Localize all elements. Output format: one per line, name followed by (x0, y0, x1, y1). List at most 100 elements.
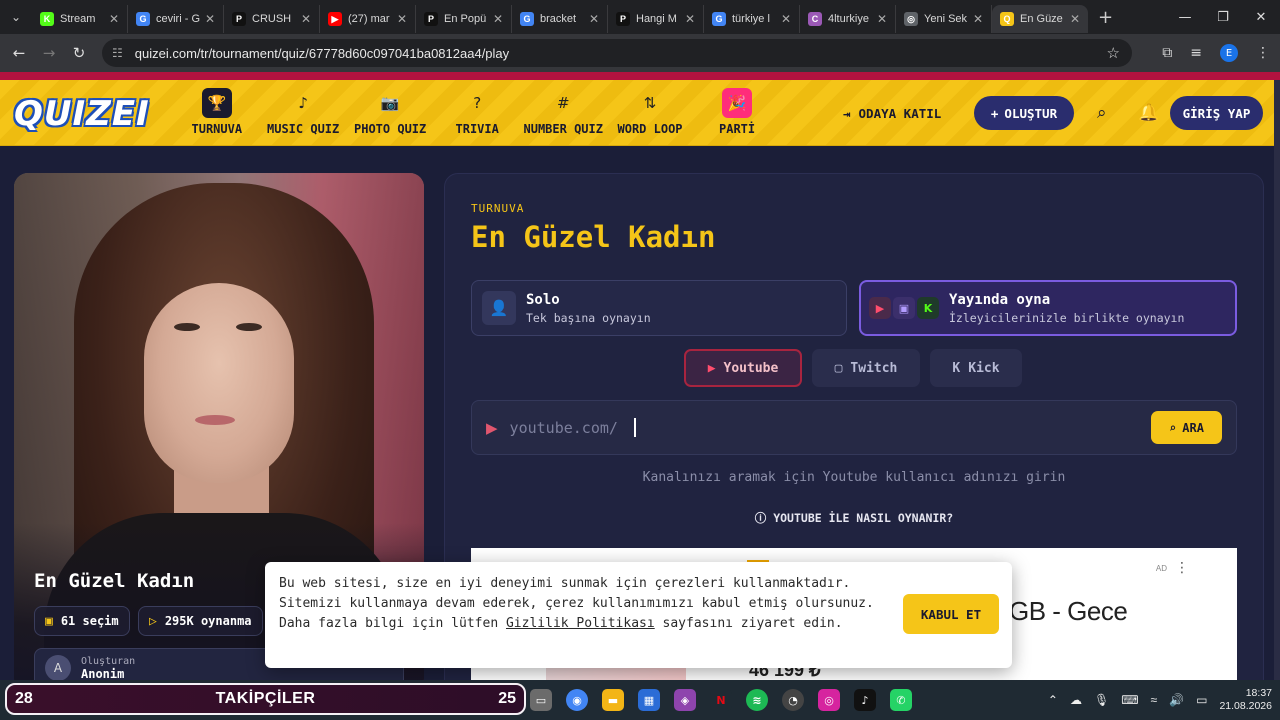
bookmark-star-icon[interactable]: ☆ (1107, 44, 1120, 62)
clock[interactable]: 18:37 21.08.2026 (1219, 687, 1272, 713)
browser-tab[interactable]: ▶ (27) mar ✕ (320, 5, 416, 33)
extensions-icon[interactable]: ⧉ (1162, 45, 1172, 61)
browser-tab[interactable]: Gtürkiye l ✕ (704, 5, 800, 33)
browser-tab[interactable]: P Hangi M ✕ (608, 5, 704, 33)
youtube-icon: ▶ (707, 360, 716, 376)
ad-more-icon[interactable]: ⋮ (1175, 560, 1189, 576)
address-bar-row: ← → ↻ ☷ quizei.com/tr/tournament/quiz/67… (0, 34, 1280, 72)
channel-search-input[interactable] (509, 418, 1110, 437)
youtube-icon: ▶ (869, 297, 891, 319)
nav-item-photo-quiz[interactable]: 📷 PHOTO QUIZ (354, 88, 426, 136)
platform-twitch-button[interactable]: ▢ Twitch (812, 349, 920, 387)
accept-cookies-button[interactable]: KABUL ET (903, 594, 999, 634)
platform-kick-button[interactable]: K Kick (930, 349, 1022, 387)
media-icon[interactable]: ≡ (1190, 45, 1202, 61)
browser-tab[interactable]: C 4lturkiye ✕ (800, 5, 896, 33)
tab-close-icon[interactable]: ✕ (397, 12, 407, 26)
tab-close-icon[interactable]: ✕ (781, 12, 791, 26)
create-button[interactable]: + OLUŞTUR (974, 96, 1074, 130)
browser-tab[interactable]: ◎ Yeni Sek ✕ (896, 5, 992, 33)
tab-close-icon[interactable]: ✕ (877, 12, 887, 26)
close-window-icon[interactable]: ✕ (1242, 10, 1280, 25)
solo-mode-card[interactable]: 👤 Solo Tek başına oynayın (471, 280, 847, 336)
tab-close-icon[interactable]: ✕ (1070, 12, 1080, 26)
tab-favicon-icon: P (424, 12, 438, 26)
browser-tab[interactable]: K Stream ✕ (32, 5, 128, 33)
reload-icon[interactable]: ↻ (64, 44, 94, 62)
nav-item-music-quiz[interactable]: ♪ MUSIC QUIZ (267, 88, 339, 136)
howto-link[interactable]: ⓘ YOUTUBE İLE NASIL OYNANIR? (471, 510, 1237, 526)
volume-icon[interactable]: 🔊 (1169, 693, 1184, 707)
search-icon[interactable]: ⌕ (1097, 103, 1107, 123)
chrome-icon[interactable]: ◉ (566, 689, 588, 711)
tab-favicon-icon: P (616, 12, 630, 26)
keyboard-icon[interactable]: ⌨ (1121, 693, 1138, 707)
platform-youtube-button[interactable]: ▶ Youtube (684, 349, 802, 387)
tab-close-icon[interactable]: ✕ (493, 12, 503, 26)
tab-title: 4lturkiye (828, 13, 869, 25)
browser-menu-icon[interactable]: ⋮ (1256, 45, 1270, 61)
browser-tab[interactable]: P En Popü ✕ (416, 5, 512, 33)
microphone-icon[interactable]: 🎙 (1094, 693, 1109, 707)
browser-tab[interactable]: P CRUSH ✕ (224, 5, 320, 33)
nav-item-word-loop[interactable]: ⇅ WORD LOOP (618, 88, 683, 136)
instagram-icon[interactable]: ◎ (818, 689, 840, 711)
store-icon[interactable]: ▦ (638, 689, 660, 711)
spotify-icon[interactable]: ≋ (746, 689, 768, 711)
live-platform-icons: ▶ ▣ K (869, 297, 939, 319)
nav-item-parti̇[interactable]: 🎉 PARTİ (719, 88, 755, 136)
gallery-icon: ▣ (45, 613, 53, 629)
nav-item-number-quiz[interactable]: # NUMBER QUIZ (524, 88, 603, 136)
url-field[interactable]: ☷ quizei.com/tr/tournament/quiz/67778d60… (102, 39, 1132, 67)
search-button[interactable]: ⌕ ARA (1151, 411, 1222, 444)
plays-count: 295K oynanma (164, 614, 252, 628)
tab-close-icon[interactable]: ✕ (109, 12, 119, 26)
tab-close-icon[interactable]: ✕ (685, 12, 695, 26)
browser-tab[interactable]: Gceviri - G ✕ (128, 5, 224, 33)
live-title: Yayında oyna (949, 291, 1051, 308)
follower-left-count: 28 (15, 690, 33, 707)
maximize-icon[interactable]: ❐ (1204, 10, 1242, 25)
live-mode-card[interactable]: ▶ ▣ K Yayında oyna İzleyicilerinizle bir… (859, 280, 1237, 336)
tab-search-icon[interactable]: ⌄ (0, 0, 32, 34)
taskbar-apps: ▭ ◉ ▬ ▦ ◈ N ≋ ◔ ◎ ♪ ✆ (530, 680, 912, 720)
back-icon[interactable]: ← (4, 44, 34, 62)
join-room-button[interactable]: ⇥ ODAYA KATIL (843, 97, 941, 129)
file-explorer-icon[interactable]: ▬ (602, 689, 624, 711)
battery-icon[interactable]: ▭ (1196, 693, 1207, 707)
new-tab-button[interactable]: + (1098, 7, 1113, 28)
photos-icon[interactable]: ◈ (674, 689, 696, 711)
site-info-icon[interactable]: ☷ (112, 46, 123, 60)
minimize-icon[interactable]: — (1166, 10, 1204, 25)
cookie-banner: Bu web sitesi, size en iyi deneyimi sunm… (265, 562, 1012, 668)
bell-icon[interactable]: 🔔 (1138, 103, 1159, 123)
tab-title: En Güze (1020, 13, 1063, 25)
tab-close-icon[interactable]: ✕ (973, 12, 983, 26)
tab-close-icon[interactable]: ✕ (205, 12, 215, 26)
tab-strip: K Stream ✕ Gceviri - G ✕ P CRUSH ✕ ▶ (27) mar ✕ P En… (32, 1, 1088, 33)
browser-tab[interactable]: Gbracket ✕ (512, 5, 608, 33)
tab-close-icon[interactable]: ✕ (301, 12, 311, 26)
task-view-icon[interactable]: ▭ (530, 689, 552, 711)
trophy-icon: 🏆 (201, 88, 232, 118)
wifi-icon[interactable]: ≈ (1151, 693, 1158, 707)
obs-icon[interactable]: ◔ (782, 689, 804, 711)
tab-close-icon[interactable]: ✕ (589, 12, 599, 26)
cover-photo-eye-left (174, 323, 200, 331)
tiktok-icon[interactable]: ♪ (854, 689, 876, 711)
twitch-icon: ▣ (893, 297, 915, 319)
nav-item-turnuva[interactable]: 🏆 TURNUVA (192, 88, 242, 136)
nav-item-trivia[interactable]: ? TRIVIA (456, 88, 499, 136)
tray-chevron-icon[interactable]: ⌃ (1048, 693, 1058, 707)
whatsapp-icon[interactable]: ✆ (890, 689, 912, 711)
onedrive-icon[interactable]: ☁ (1070, 693, 1082, 707)
netflix-icon[interactable]: N (710, 689, 732, 711)
login-button[interactable]: GİRİŞ YAP (1170, 96, 1263, 130)
page-scrollbar[interactable] (1274, 80, 1280, 680)
browser-tab-bar: ⌄ K Stream ✕ Gceviri - G ✕ P CRUSH ✕ ▶ (27) mar ✕ P… (0, 0, 1280, 34)
profile-avatar[interactable]: E (1220, 44, 1238, 62)
browser-tab[interactable]: Q En Güze ✕ (992, 5, 1088, 33)
forward-icon[interactable]: → (34, 44, 64, 62)
privacy-policy-link[interactable]: Gizlilik Politikası (506, 616, 655, 631)
site-logo[interactable]: QUIZEI (14, 94, 150, 134)
